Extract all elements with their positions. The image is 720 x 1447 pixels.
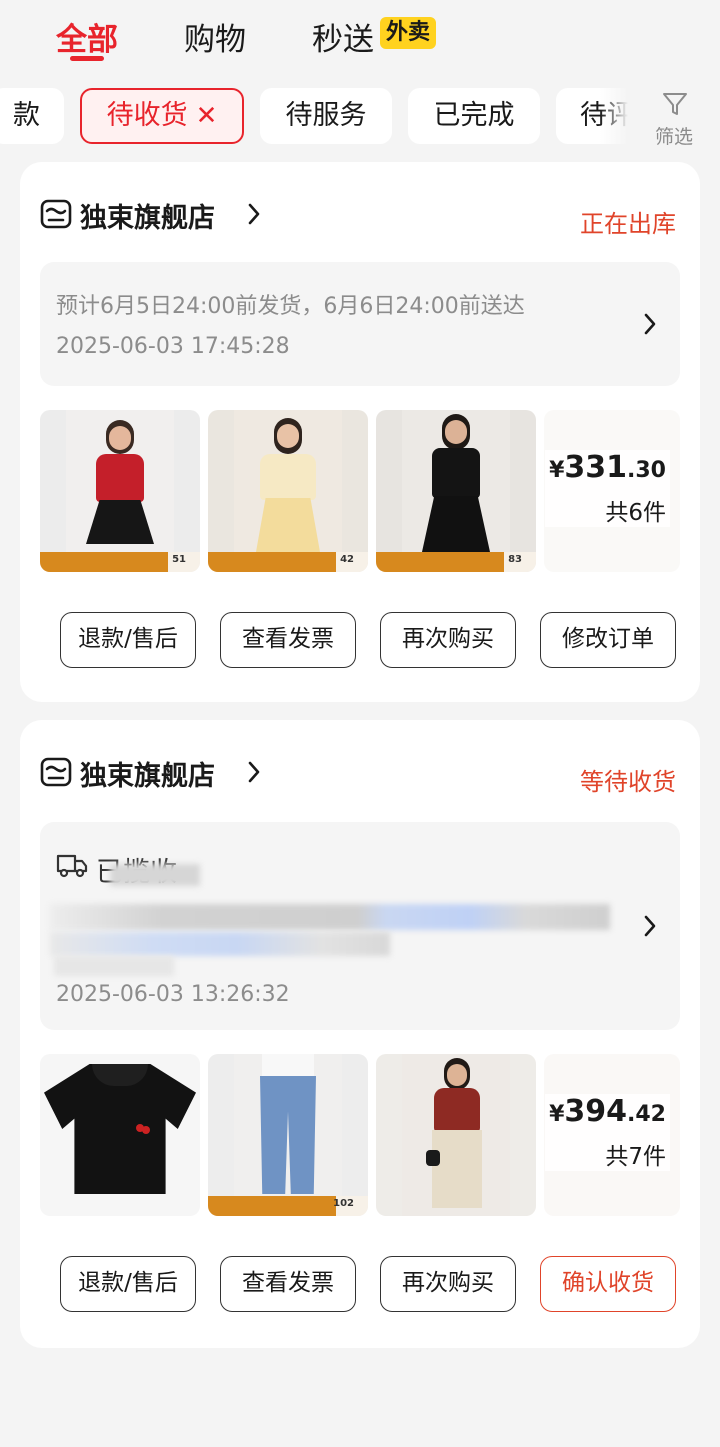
tab-instant[interactable]: 秒送 [312,14,374,59]
filter-button[interactable]: 筛选 [628,84,720,154]
product-image[interactable]: 42 [208,410,368,572]
store-icon [40,199,72,229]
refund-aftersale-button[interactable]: 退款/售后 [60,612,196,668]
tab-shopping-label: 购物 [184,22,246,58]
buy-again-button[interactable]: 再次购买 [380,1256,516,1312]
truck-icon [56,854,88,878]
total-price: ¥331.30 [549,450,666,485]
waimai-badge[interactable]: 外卖 [380,17,437,49]
order-time: 2025-06-03 17:45:28 [56,334,290,359]
redacted-block [50,904,610,930]
redacted-block [110,864,200,886]
item-count: 共7件 [605,1144,666,1170]
store-icon [40,757,72,787]
promo-strip: 102 [208,1196,368,1216]
order-time: 2025-06-03 13:26:32 [56,982,290,1007]
close-icon[interactable]: ✕ [196,101,218,131]
product-image[interactable] [40,1054,200,1216]
thumb-price: 51 [172,554,186,565]
chip-completed[interactable]: 已完成 [408,88,540,144]
chip-refund-label: 款 [13,100,40,131]
refund-aftersale-button[interactable]: 退款/售后 [60,1256,196,1312]
chip-completed-label: 已完成 [433,100,515,131]
funnel-icon [663,93,687,115]
tab-all-label: 全部 [56,22,118,58]
product-thumbnails[interactable]: 102 ¥394.42 共7件 [40,1054,680,1216]
chip-pending-receipt[interactable]: 待收货 ✕ [80,88,244,144]
shop-name: 独束旗舰店 [80,203,215,234]
confirm-receipt-button[interactable]: 确认收货 [540,1256,676,1312]
promo-strip: 83 [376,552,536,572]
order-card[interactable]: 独束旗舰店 正在出库 预计6月5日24:00前发货，6月6日24:00前送达 2… [20,162,700,702]
total-price: ¥394.42 [549,1094,666,1129]
tab-shopping[interactable]: 购物 [184,14,246,59]
tab-instant-label: 秒送 [312,22,374,58]
logistics-info[interactable]: 已揽收 2025-06-03 13:26:32 [40,822,680,1030]
chevron-right-icon [644,915,656,937]
filter-label: 筛选 [654,126,693,148]
thumb-price: 102 [333,1198,354,1209]
order-total: ¥394.42 共7件 [545,1094,670,1171]
top-tab-bar: 全部 购物 秒送 外卖 [0,0,720,70]
shop-link[interactable]: 独束旗舰店 [40,754,340,794]
product-image[interactable]: 51 [40,410,200,572]
order-status: 等待收货 [580,768,676,796]
view-invoice-button[interactable]: 查看发票 [220,612,356,668]
modify-order-button[interactable]: 修改订单 [540,612,676,668]
redacted-block [50,932,390,956]
order-card[interactable]: 独束旗舰店 等待收货 已揽收 2025-06-03 13:26:32 [20,720,700,1348]
chip-pending-service-label: 待服务 [285,100,367,131]
chip-refund[interactable]: 款 [0,88,64,144]
promo-strip: 51 [40,552,200,572]
delivery-estimate: 预计6月5日24:00前发货，6月6日24:00前送达 [56,294,525,319]
view-invoice-button[interactable]: 查看发票 [220,1256,356,1312]
shop-link[interactable]: 独束旗舰店 [40,196,340,236]
delivery-info[interactable]: 预计6月5日24:00前发货，6月6日24:00前送达 2025-06-03 1… [40,262,680,386]
chip-pending-service[interactable]: 待服务 [260,88,392,144]
thumb-price: 83 [508,554,522,565]
product-image[interactable] [376,1054,536,1216]
product-image[interactable]: 83 [376,410,536,572]
redacted-block [54,956,174,976]
chip-pending-receipt-label: 待收货 [106,100,188,131]
promo-strip: 42 [208,552,368,572]
chevron-right-icon [644,313,656,335]
order-total: ¥331.30 共6件 [545,450,670,527]
chevron-right-icon [248,761,260,783]
product-thumbnails[interactable]: 51 42 83 ¥331.30 共6件 [40,410,680,572]
chip-scroll-fade [600,86,628,148]
product-image[interactable]: 102 [208,1054,368,1216]
chevron-right-icon [248,203,260,225]
thumb-price: 42 [340,554,354,565]
item-count: 共6件 [605,500,666,526]
shop-name: 独束旗舰店 [80,761,215,792]
order-status: 正在出库 [580,210,676,238]
active-tab-underline [70,56,104,61]
buy-again-button[interactable]: 再次购买 [380,612,516,668]
tab-all[interactable]: 全部 [56,14,118,61]
